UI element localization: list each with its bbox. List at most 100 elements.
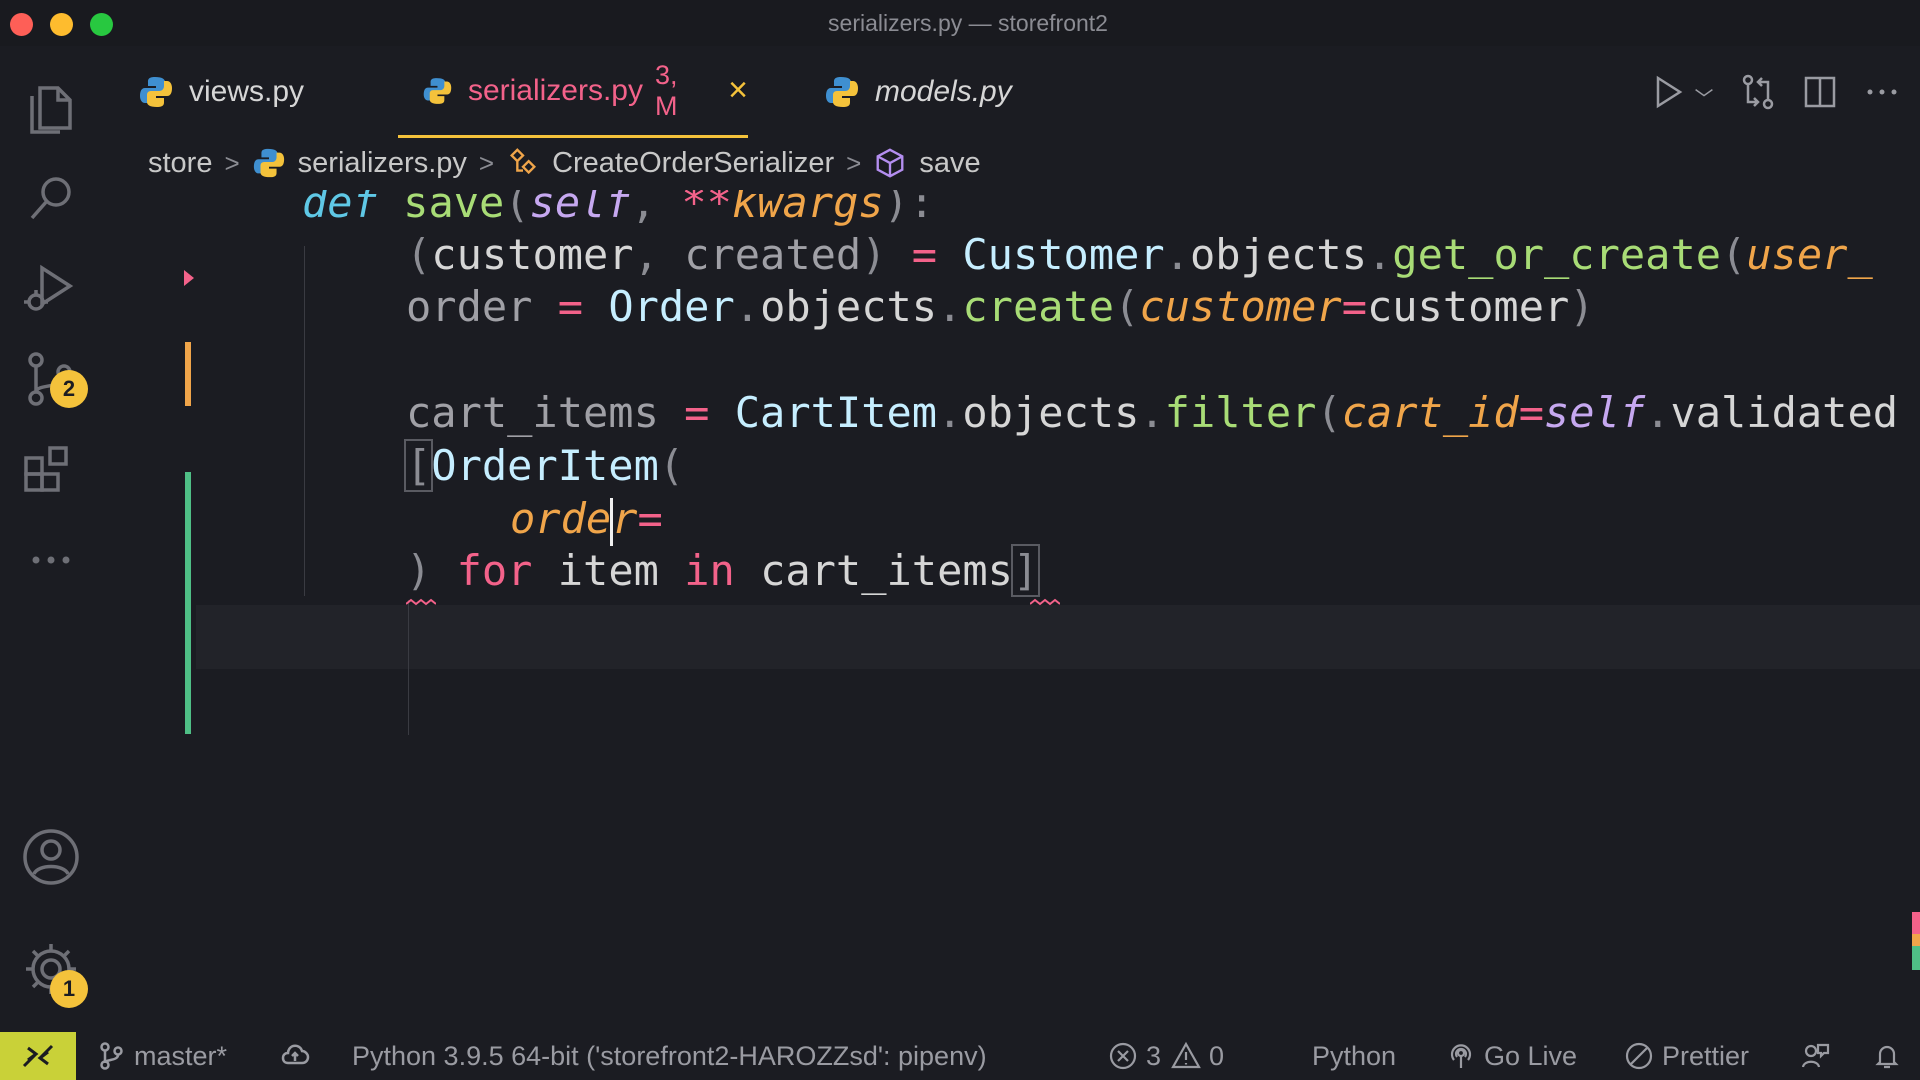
editor-actions: [1626, 72, 1902, 112]
gutter-added-marker: [185, 472, 191, 734]
branch-name: master*: [134, 1040, 228, 1071]
punctuation: (: [504, 190, 530, 227]
split-editor-icon[interactable]: [1800, 72, 1840, 112]
code-line-for: ) for item in cart_items]: [406, 540, 1041, 602]
git-branch-icon: [100, 1042, 123, 1070]
punctuation: .: [1139, 388, 1165, 437]
self-reference: self: [1544, 388, 1646, 437]
operator: =: [1518, 388, 1544, 437]
keyword-arg: orde: [510, 494, 612, 543]
remote-icon: [22, 1044, 54, 1068]
function-name: save: [403, 190, 505, 227]
attribute: objects: [760, 282, 938, 331]
chevron-down-icon[interactable]: [1692, 72, 1716, 112]
breadcrumb-folder[interactable]: store: [148, 147, 212, 180]
compare-changes-icon[interactable]: [1738, 72, 1778, 112]
attribute: objects: [962, 388, 1140, 437]
tab-models[interactable]: models.py: [824, 46, 1084, 138]
problems-status[interactable]: 3 0: [1108, 1032, 1224, 1080]
window-title: serializers.py — storefront2: [828, 10, 1108, 36]
tab-label: models.py: [875, 75, 1012, 108]
parameter: kwargs: [731, 190, 884, 227]
error-squiggle: [1030, 598, 1060, 606]
punctuation: .: [937, 282, 963, 331]
interpreter-label: Python 3.9.5 64-bit ('storefront2-HAROZZ…: [352, 1040, 987, 1071]
tab-serializers[interactable]: serializers.py 3, M ×: [398, 46, 748, 138]
punctuation: ,: [630, 190, 657, 227]
overview-ruler-error: [1912, 912, 1920, 934]
matching-bracket: ]: [1010, 544, 1041, 597]
method-call: get_or_create: [1392, 230, 1722, 279]
keyword: for: [456, 546, 533, 595]
status-bar: master* Python 3.9.5 64-bit ('storefront…: [0, 1032, 1920, 1080]
error-icon: [1109, 1042, 1137, 1070]
search-icon[interactable]: [18, 166, 84, 232]
indent-guide: [408, 600, 409, 735]
extensions-icon[interactable]: [18, 436, 84, 502]
run-debug-icon[interactable]: [18, 256, 84, 322]
language-mode[interactable]: Python: [1312, 1032, 1396, 1080]
run-icon[interactable]: [1648, 72, 1688, 112]
chevron-right-icon: >: [224, 147, 240, 178]
operator: =: [557, 282, 584, 331]
tab-label: serializers.py: [467, 73, 643, 107]
code-editor[interactable]: def save(self, **kwargs): (customer, cre…: [110, 190, 1920, 1032]
breadcrumb: store > serializers.py > CreateOrderSeri…: [148, 140, 981, 186]
chevron-right-icon: >: [478, 147, 495, 178]
accounts-icon[interactable]: [18, 824, 84, 890]
punctuation: .: [1367, 230, 1393, 279]
activity-bar: 2 1: [0, 46, 110, 1032]
explorer-icon[interactable]: [18, 76, 84, 142]
keyword-arg: r: [612, 494, 638, 543]
operator: =: [911, 230, 938, 279]
operator: =: [1341, 282, 1367, 331]
attribute: objects: [1189, 230, 1367, 279]
broadcast-icon: [1450, 1044, 1472, 1068]
tab-bar: views.py serializers.py 3, M × models.py: [110, 46, 1920, 138]
breadcrumb-file[interactable]: serializers.py: [298, 147, 467, 180]
punctuation: (: [1114, 282, 1140, 331]
variable: cart_items: [406, 388, 659, 437]
error-count: 3: [1146, 1040, 1162, 1071]
feedback-icon: [1801, 1043, 1830, 1068]
punctuation: ,: [633, 230, 659, 279]
prettier-disabled-icon: [1625, 1042, 1653, 1070]
go-live-label: Go Live: [1484, 1040, 1578, 1071]
indent-guide: [304, 246, 305, 596]
feedback-button[interactable]: [1800, 1032, 1838, 1080]
punctuation: ): [1569, 282, 1595, 331]
punctuation: .: [734, 282, 761, 331]
method-call: filter: [1164, 388, 1317, 437]
variable: customer: [1366, 282, 1570, 331]
python-file-icon: [423, 77, 452, 104]
language-label: Python: [1312, 1040, 1397, 1071]
tab-views[interactable]: views.py: [138, 46, 418, 138]
operator: =: [684, 388, 710, 437]
gutter-modified-marker: [185, 342, 191, 406]
remote-button[interactable]: [0, 1032, 76, 1080]
notifications-button[interactable]: [1872, 1032, 1910, 1080]
branch-status[interactable]: master*: [96, 1032, 227, 1080]
attribute: validated: [1670, 388, 1899, 437]
tab-problems-status: 3, M: [655, 59, 678, 121]
go-live-button[interactable]: Go Live: [1446, 1032, 1577, 1080]
python-interpreter[interactable]: Python 3.9.5 64-bit ('storefront2-HAROZZ…: [352, 1032, 987, 1080]
breadcrumb-method[interactable]: save: [919, 147, 980, 180]
bell-icon: [1875, 1045, 1899, 1069]
keyword-arg: customer: [1139, 282, 1342, 331]
variable: cart_items: [760, 546, 1013, 595]
settings-badge: 1: [50, 970, 88, 1008]
keyword-arg: cart_id: [1341, 388, 1519, 437]
current-line-highlight: [196, 605, 1920, 669]
class-name: OrderItem: [431, 441, 659, 490]
fold-arrow-icon[interactable]: [184, 270, 194, 286]
close-tab-icon[interactable]: ×: [728, 71, 748, 110]
prettier-status[interactable]: Prettier: [1624, 1032, 1749, 1080]
more-icon[interactable]: [18, 526, 84, 592]
sync-status[interactable]: [280, 1032, 318, 1080]
variable: item: [557, 546, 659, 595]
variable: created: [684, 230, 862, 279]
class-name: Customer: [962, 230, 1165, 279]
more-actions-icon[interactable]: [1862, 72, 1902, 112]
breadcrumb-class[interactable]: CreateOrderSerializer: [552, 147, 834, 180]
